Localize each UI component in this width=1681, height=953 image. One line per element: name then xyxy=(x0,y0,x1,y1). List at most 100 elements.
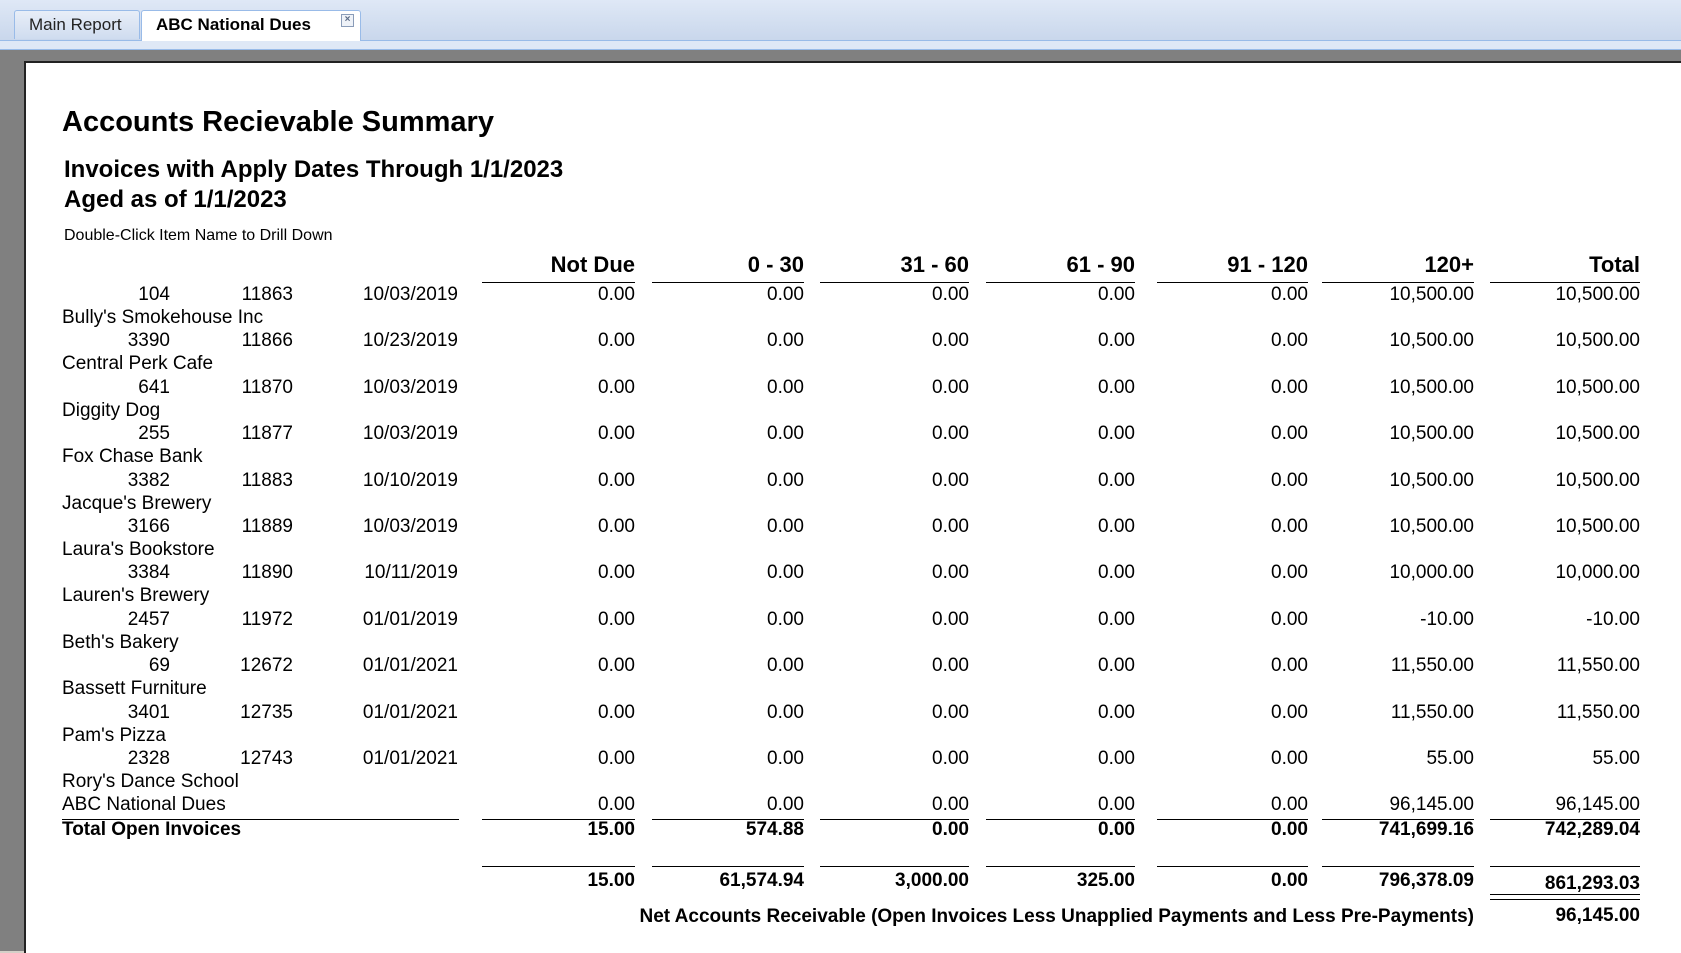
row-customer-name[interactable]: Diggity Dog xyxy=(62,400,160,422)
row-customer-id[interactable]: 69 xyxy=(100,655,170,677)
row-invoice-number[interactable]: 11870 xyxy=(215,377,293,399)
row-apply-date[interactable]: 10/03/2019 xyxy=(340,284,458,306)
row-amount: 0.00 xyxy=(767,469,804,491)
row-amount: 0.00 xyxy=(1271,562,1308,584)
row-invoice-number[interactable]: 11883 xyxy=(215,470,293,492)
row-amount: 10,500.00 xyxy=(1555,330,1640,352)
row-apply-date[interactable]: 10/03/2019 xyxy=(340,377,458,399)
row-customer-name[interactable]: Fox Chase Bank xyxy=(62,446,202,468)
row-amount: 0.00 xyxy=(932,562,969,584)
row-amount: 10,000.00 xyxy=(1389,562,1474,584)
row-invoice-number[interactable]: 11866 xyxy=(215,330,293,352)
row-invoice-number[interactable]: 11863 xyxy=(215,284,293,306)
row-invoice-number[interactable]: 11877 xyxy=(215,423,293,445)
row-amount: 0.00 xyxy=(1271,469,1308,491)
row-amount: 10,500.00 xyxy=(1555,423,1640,445)
row-amount: 55.00 xyxy=(1426,748,1474,769)
row-customer-name[interactable]: Bully's Smokehouse Inc xyxy=(62,307,263,329)
row-amount: 55.00 xyxy=(1592,748,1640,769)
row-amount: 10,500.00 xyxy=(1555,284,1640,305)
row-apply-date[interactable]: 10/23/2019 xyxy=(340,330,458,352)
row-amount: 10,500.00 xyxy=(1389,376,1474,398)
column-header: 120+ xyxy=(1424,252,1474,277)
row-amount: 11,550.00 xyxy=(1556,655,1640,677)
row-amount: 0.00 xyxy=(598,748,635,769)
row-invoice-number[interactable]: 12672 xyxy=(215,655,293,677)
total-open-amount: 741,699.16 xyxy=(1378,819,1474,841)
group-total-amount: 0.00 xyxy=(1271,794,1308,816)
column-header: Total xyxy=(1589,252,1640,277)
row-amount: 0.00 xyxy=(767,376,804,398)
row-invoice-number[interactable]: 11889 xyxy=(215,516,293,538)
header-underline xyxy=(820,282,969,283)
row-amount: 0.00 xyxy=(1271,376,1308,398)
row-amount: 0.00 xyxy=(598,423,635,445)
row-apply-date[interactable]: 01/01/2021 xyxy=(340,748,458,770)
row-customer-name[interactable]: Central Perk Cafe xyxy=(62,353,213,375)
row-customer-name[interactable]: Laura's Bookstore xyxy=(62,539,215,561)
row-customer-id[interactable]: 255 xyxy=(100,423,170,445)
row-customer-id[interactable]: 3384 xyxy=(100,562,170,584)
group-total-amount: 0.00 xyxy=(598,794,635,816)
tab-label: Main Report xyxy=(29,15,122,34)
row-apply-date[interactable]: 10/11/2019 xyxy=(340,562,458,584)
row-amount: 10,500.00 xyxy=(1555,376,1640,398)
grand-total-rule xyxy=(986,866,1135,867)
tab-label: ABC National Dues xyxy=(156,15,311,34)
row-invoice-number[interactable]: 11890 xyxy=(215,562,293,584)
close-icon[interactable]: × xyxy=(341,14,354,27)
grand-total-rule xyxy=(1490,866,1640,867)
row-amount: 0.00 xyxy=(1098,330,1135,352)
tab-main-report[interactable]: Main Report xyxy=(14,10,140,39)
row-invoice-number[interactable]: 11972 xyxy=(215,609,293,631)
row-customer-id[interactable]: 2457 xyxy=(100,609,170,631)
row-customer-id[interactable]: 3382 xyxy=(100,470,170,492)
grand-total-rule xyxy=(1322,866,1474,867)
row-amount: 0.00 xyxy=(1098,562,1135,584)
row-amount: 0.00 xyxy=(1098,516,1135,537)
header-underline xyxy=(482,282,635,283)
row-amount: 10,500.00 xyxy=(1389,330,1474,352)
header-underline xyxy=(1490,282,1640,283)
row-amount: 0.00 xyxy=(1271,516,1308,537)
report-title: Accounts Recievable Summary xyxy=(62,106,494,138)
row-customer-name[interactable]: Beth's Bakery xyxy=(62,632,179,654)
row-customer-id[interactable]: 641 xyxy=(100,377,170,399)
grand-total-amount: 0.00 xyxy=(1271,870,1308,891)
row-invoice-number[interactable]: 12735 xyxy=(215,702,293,724)
row-customer-id[interactable]: 3390 xyxy=(100,330,170,352)
grand-total-amount: 325.00 xyxy=(1076,870,1135,891)
row-amount: 0.00 xyxy=(598,701,635,723)
row-amount: 0.00 xyxy=(1098,608,1135,630)
row-amount: 0.00 xyxy=(767,608,804,630)
row-amount: 0.00 xyxy=(767,516,804,537)
grand-total-rule xyxy=(652,866,804,867)
row-amount: 10,500.00 xyxy=(1555,469,1640,491)
row-amount: -10.00 xyxy=(1420,608,1474,630)
row-customer-name[interactable]: Lauren's Brewery xyxy=(62,585,209,607)
row-customer-name[interactable]: Pam's Pizza xyxy=(62,725,166,747)
total-open-amount: 0.00 xyxy=(932,819,969,841)
group-total-label[interactable]: ABC National Dues xyxy=(62,794,226,816)
group-total-amount: 0.00 xyxy=(1098,794,1135,816)
row-amount: 0.00 xyxy=(598,376,635,398)
row-customer-name[interactable]: Rory's Dance School xyxy=(62,771,239,793)
row-customer-id[interactable]: 3401 xyxy=(100,702,170,724)
row-customer-name[interactable]: Jacque's Brewery xyxy=(62,493,211,515)
row-amount: 0.00 xyxy=(1098,655,1135,677)
grand-total-rule xyxy=(820,866,969,867)
row-apply-date[interactable]: 10/03/2019 xyxy=(340,423,458,445)
row-apply-date[interactable]: 01/01/2021 xyxy=(340,655,458,677)
row-customer-id[interactable]: 104 xyxy=(100,284,170,306)
net-ar-amount: 96,145.00 xyxy=(1555,905,1640,926)
row-apply-date[interactable]: 01/01/2019 xyxy=(340,609,458,631)
row-apply-date[interactable]: 01/01/2021 xyxy=(340,702,458,724)
row-customer-id[interactable]: 2328 xyxy=(100,748,170,770)
row-apply-date[interactable]: 10/10/2019 xyxy=(340,470,458,492)
row-invoice-number[interactable]: 12743 xyxy=(215,748,293,770)
row-apply-date[interactable]: 10/03/2019 xyxy=(340,516,458,538)
tab-abc-national-dues[interactable]: ABC National Dues × xyxy=(141,10,361,41)
row-customer-id[interactable]: 3166 xyxy=(100,516,170,538)
row-customer-name[interactable]: Bassett Furniture xyxy=(62,678,207,700)
row-amount: 0.00 xyxy=(932,608,969,630)
